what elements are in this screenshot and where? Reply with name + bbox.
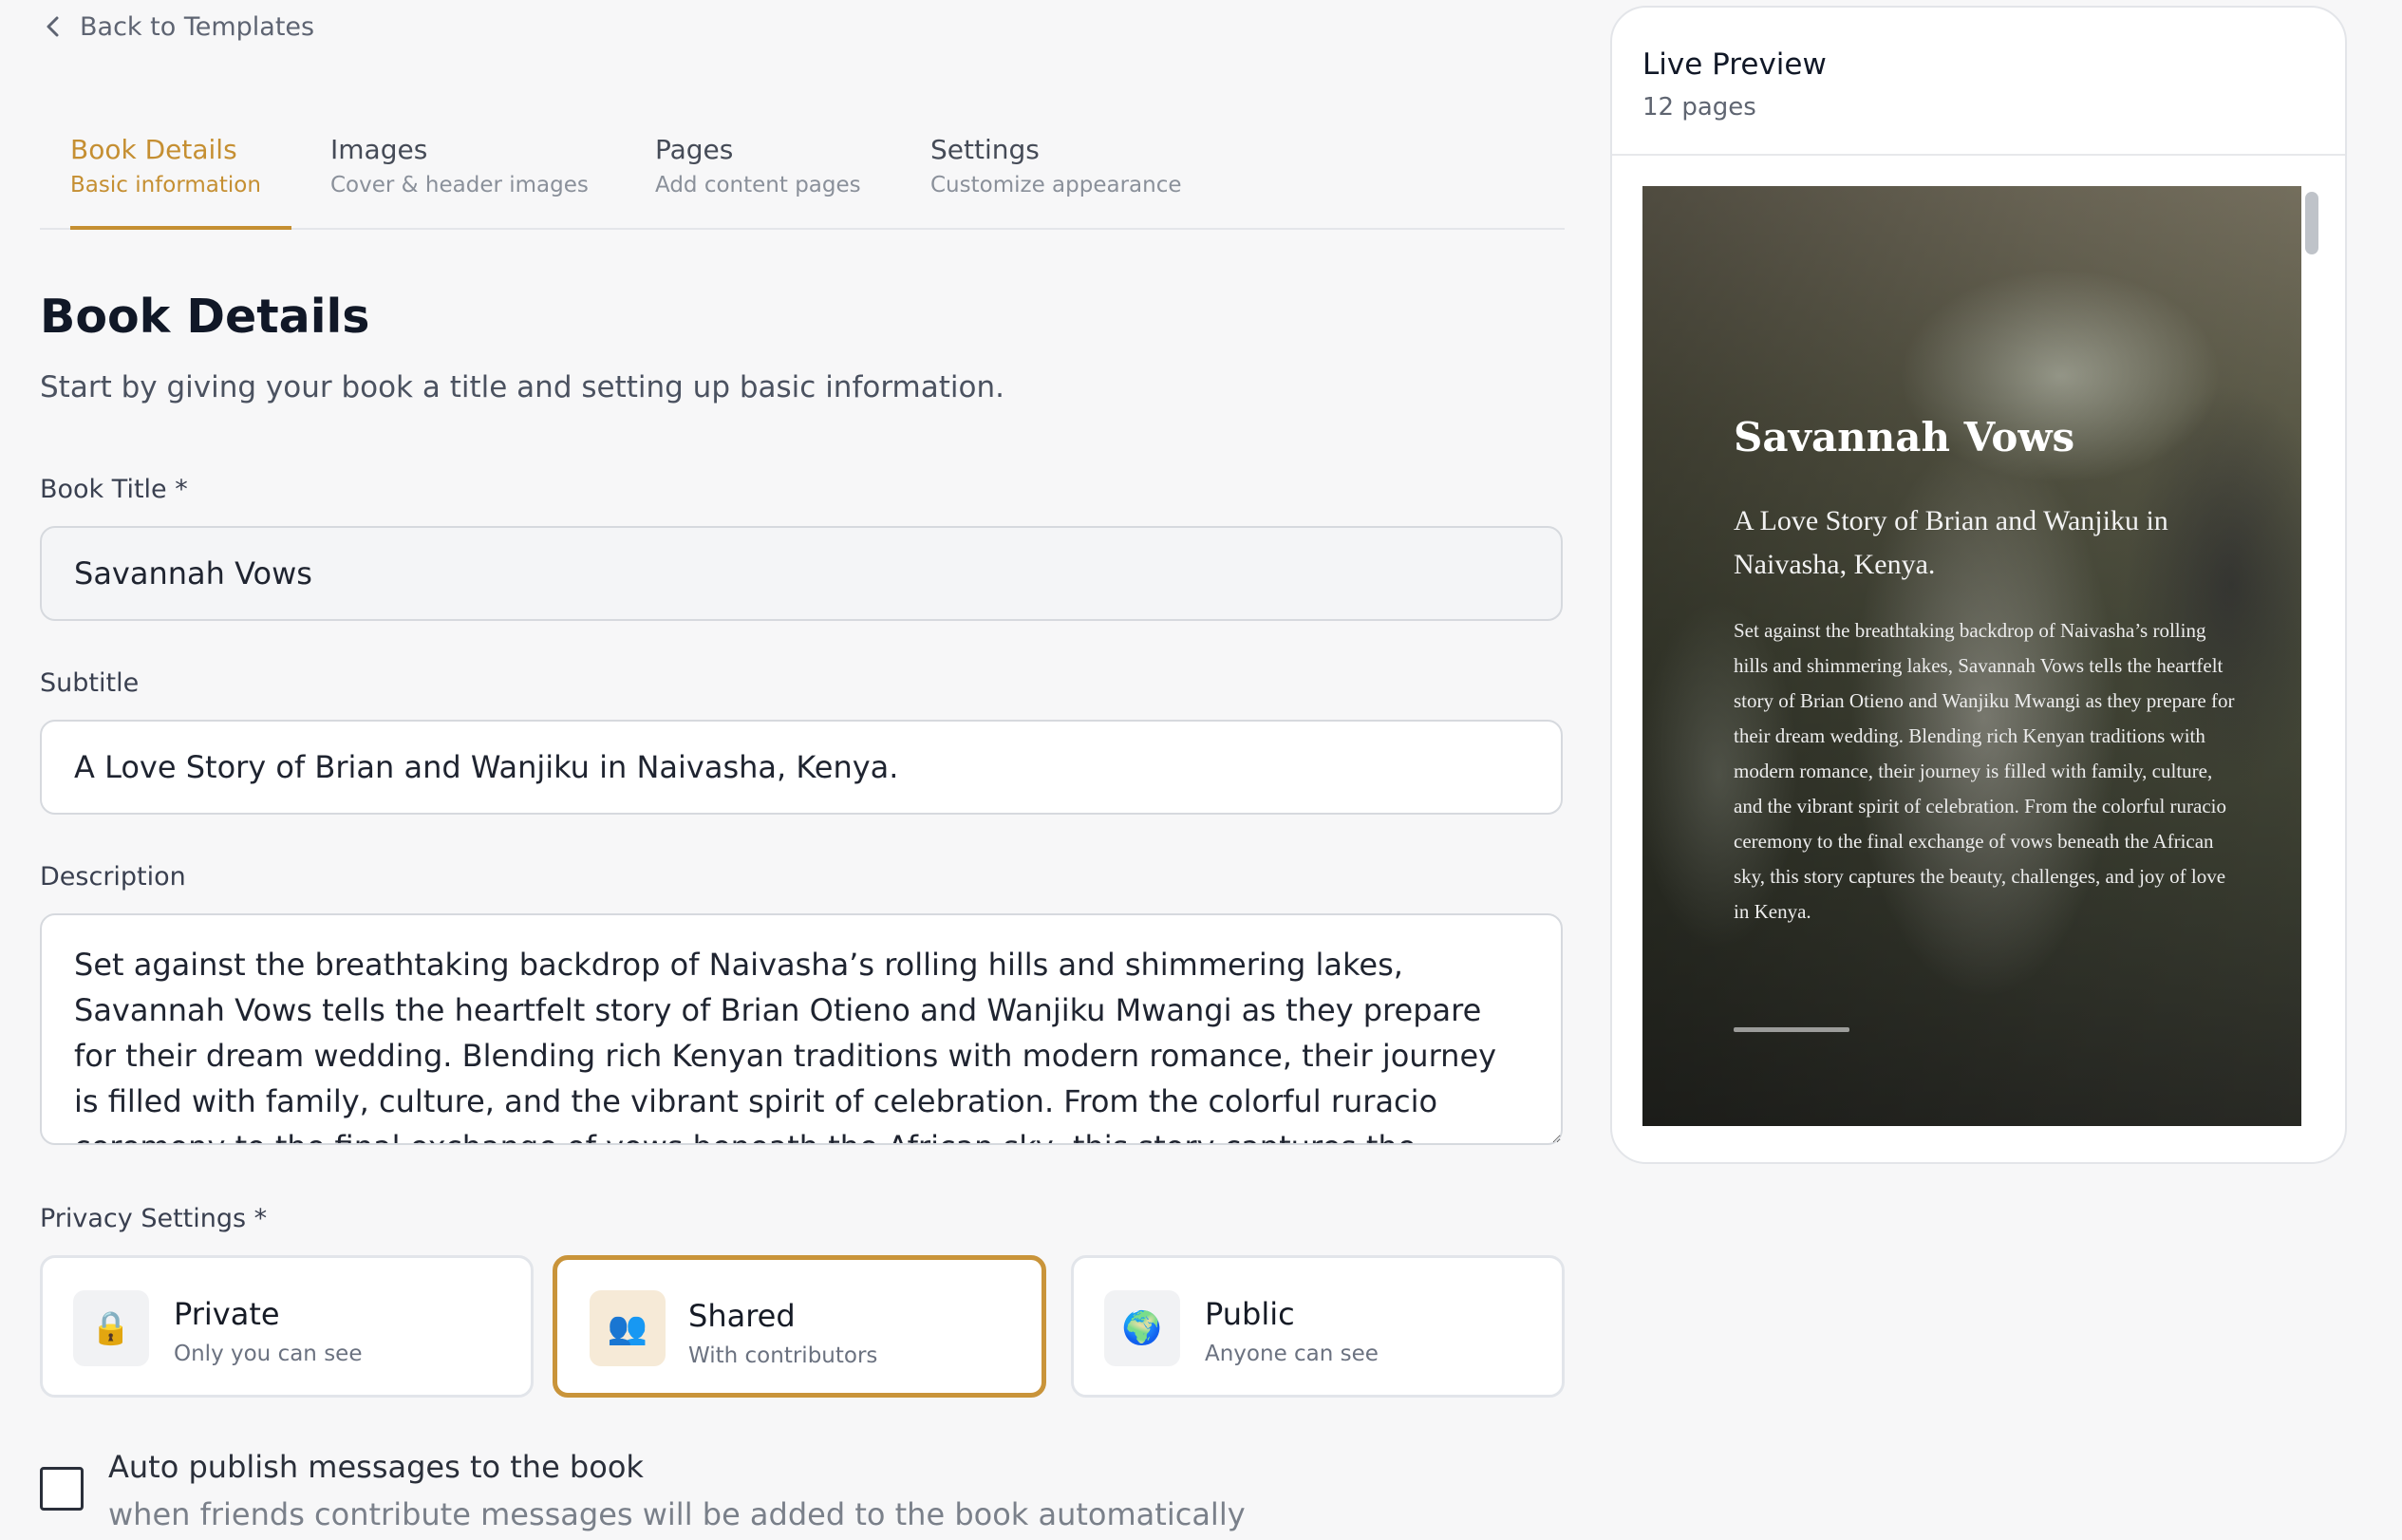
book-cover-preview[interactable]: Savannah Vows A Love Story of Brian and … — [1642, 186, 2301, 1126]
chevron-left-icon — [47, 16, 59, 37]
tab-label: Book Details — [70, 134, 237, 165]
preview-page-count: 12 pages — [1642, 93, 1756, 122]
subtitle-input[interactable] — [40, 720, 1563, 815]
live-preview-panel: Live Preview 12 pages Savannah Vows A Lo… — [1610, 6, 2347, 1164]
tab-images[interactable]: Images Cover & header images — [330, 133, 589, 228]
tab-label: Images — [330, 134, 428, 165]
tab-sublabel: Cover & header images — [330, 173, 589, 197]
lock-icon: 🔒 — [73, 1290, 149, 1366]
people-icon: 👥 — [590, 1290, 666, 1366]
preview-title: Live Preview — [1642, 47, 1827, 82]
cover-description: Set against the breathtaking backdrop of… — [1734, 619, 2235, 923]
privacy-title: Shared — [688, 1298, 796, 1334]
tab-sublabel: Basic information — [70, 173, 261, 197]
scrollbar-thumb[interactable] — [2305, 192, 2318, 254]
description-textarea[interactable]: Set against the breathtaking backdrop of… — [40, 913, 1563, 1145]
tab-pages[interactable]: Pages Add content pages — [655, 133, 861, 228]
auto-publish-label: Auto publish messages to the book — [108, 1449, 644, 1485]
privacy-subtitle: Anyone can see — [1205, 1342, 1379, 1366]
privacy-subtitle: Only you can see — [174, 1342, 363, 1366]
editor-panel: Back to Templates Book Details Basic inf… — [0, 0, 1576, 1540]
divider — [1612, 154, 2345, 156]
tab-book-details[interactable]: Book Details Basic information — [70, 133, 291, 230]
privacy-label: Privacy Settings * — [40, 1204, 268, 1233]
privacy-option-shared[interactable]: 👥 Shared With contributors — [553, 1255, 1046, 1398]
auto-publish-description: when friends contribute messages will be… — [108, 1496, 1246, 1532]
back-to-templates-link[interactable]: Back to Templates — [44, 8, 314, 46]
book-title-input[interactable] — [40, 526, 1563, 621]
page-title: Book Details — [40, 290, 370, 344]
step-tabs: Book Details Basic information Images Co… — [40, 133, 1565, 230]
tab-label: Pages — [655, 134, 734, 165]
tab-sublabel: Customize appearance — [930, 173, 1182, 197]
privacy-title: Private — [174, 1296, 280, 1332]
cover-subtitle: A Love Story of Brian and Wanjiku in Nai… — [1734, 505, 2168, 580]
subtitle-label: Subtitle — [40, 668, 140, 698]
page-subtitle: Start by giving your book a title and se… — [40, 370, 1004, 404]
tab-label: Settings — [930, 134, 1040, 165]
privacy-option-private[interactable]: 🔒 Private Only you can see — [40, 1255, 534, 1398]
tab-sublabel: Add content pages — [655, 173, 861, 197]
privacy-option-public[interactable]: 🌍 Public Anyone can see — [1071, 1255, 1565, 1398]
preview-scrollbar[interactable] — [2303, 186, 2318, 1136]
description-label: Description — [40, 862, 186, 892]
privacy-title: Public — [1205, 1296, 1295, 1332]
cover-divider-line — [1734, 1027, 1849, 1032]
privacy-subtitle: With contributors — [688, 1343, 878, 1368]
globe-icon: 🌍 — [1104, 1290, 1180, 1366]
book-title-label: Book Title * — [40, 475, 188, 504]
back-label: Back to Templates — [80, 11, 315, 42]
tab-settings[interactable]: Settings Customize appearance — [930, 133, 1182, 228]
auto-publish-checkbox[interactable] — [40, 1467, 84, 1511]
cover-title: Savannah Vows — [1734, 414, 2075, 460]
